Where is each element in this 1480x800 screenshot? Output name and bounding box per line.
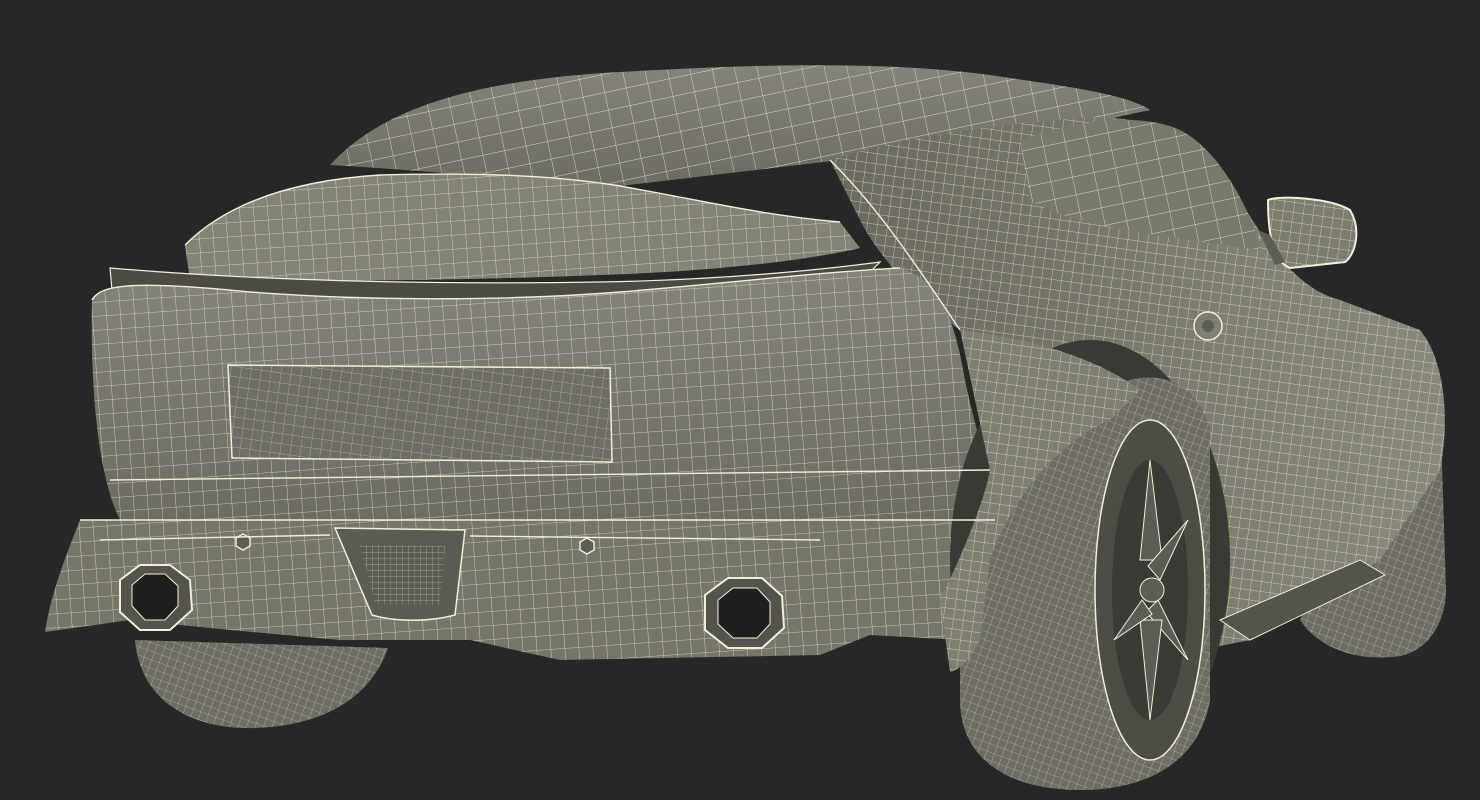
left-rear-tire — [135, 640, 388, 729]
license-plate-recess — [227, 364, 613, 463]
render-viewport — [0, 0, 1480, 800]
car-wireframe-render — [45, 65, 1446, 790]
fuel-cap — [1193, 311, 1223, 341]
right-reflector — [579, 537, 595, 555]
side-mirror — [1258, 196, 1358, 270]
left-exhaust-tip — [119, 564, 194, 631]
right-exhaust-tip — [704, 577, 786, 649]
